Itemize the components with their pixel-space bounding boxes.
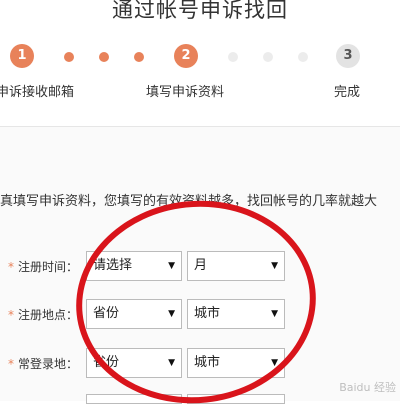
progress-dot [228, 52, 238, 62]
page-title: 通过帐号申诉找回 [112, 0, 288, 22]
watermark: Baidu 经验 [339, 381, 396, 394]
progress-dot [134, 52, 144, 62]
progress-dot [99, 52, 109, 62]
progress-dot [263, 52, 273, 62]
step-3-circle: 3 [336, 44, 360, 68]
step-3-label: 完成 [334, 85, 361, 100]
step-2-circle: 2 [174, 44, 198, 68]
step-1-label: 申诉接收邮箱 [0, 85, 75, 100]
step-2-label: 填写申诉资料 [146, 85, 225, 100]
register-location-label: * 注册地点： [8, 308, 79, 322]
step-1-circle: 1 [10, 44, 34, 68]
progress-dot [298, 52, 308, 62]
register-time-label: * 注册时间： [8, 260, 79, 274]
frequent-login-label: * 常登录地： [8, 357, 79, 371]
progress-dot [64, 52, 74, 62]
